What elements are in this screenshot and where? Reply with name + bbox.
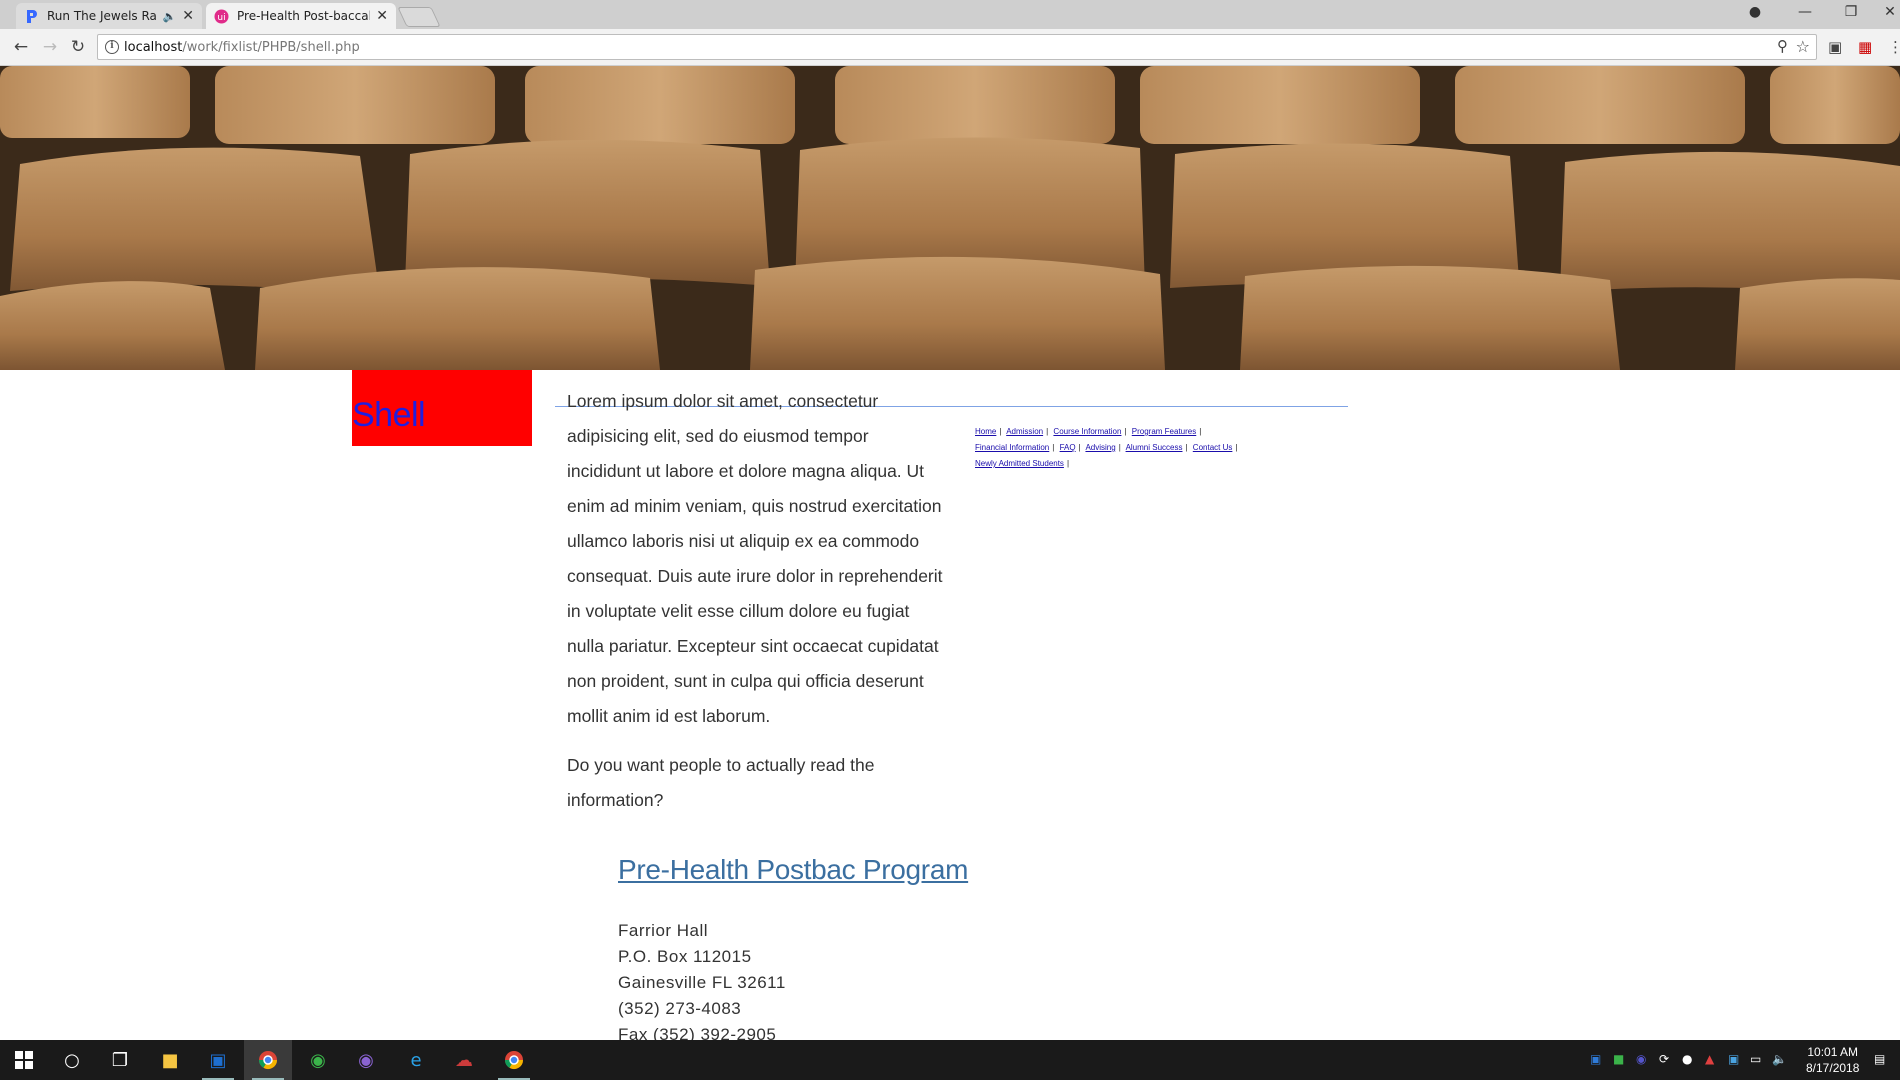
file-explorer-icon[interactable]: ■ xyxy=(146,1040,194,1080)
nav-link-course-information[interactable]: Course Information xyxy=(1053,427,1121,436)
nav-link-faq[interactable]: FAQ xyxy=(1060,443,1076,452)
forward-icon[interactable]: → xyxy=(39,37,61,57)
browser-toolbar: ← → ↻ i localhost/work/fixlist/PHPB/shel… xyxy=(0,29,1900,66)
pdf-extension-icon[interactable]: ▦ xyxy=(1858,38,1872,56)
purple-app-icon[interactable]: ◉ xyxy=(342,1040,390,1080)
cloud-app-icon[interactable]: ☁ xyxy=(440,1040,488,1080)
zoom-icon[interactable]: ⚲ xyxy=(1777,37,1788,55)
taskbar: ○ ❐ ■ ▣ ◉ ◉ e ☁ ▣ ■ ◉ ⟳ ● ▲ ▣ ▭ 🔈 10:01 … xyxy=(0,1040,1900,1080)
address-po-box: P.O. Box 112015 xyxy=(618,947,752,966)
clock-time: 10:01 AM xyxy=(1807,1045,1859,1059)
tray-outlook-icon[interactable]: ▣ xyxy=(1590,1052,1601,1066)
back-icon[interactable]: ← xyxy=(10,37,32,57)
site-nav: Home | Admission | Course Information | Pro… xyxy=(975,427,1238,468)
hero-image xyxy=(0,66,1900,370)
spotify-like-icon[interactable]: ◉ xyxy=(294,1040,342,1080)
chrome-icon[interactable] xyxy=(244,1040,292,1080)
shell-title: Shell xyxy=(352,396,426,434)
tray-blue-icon[interactable]: ▣ xyxy=(1728,1052,1739,1066)
address-fax: Fax (352) 392-2905 xyxy=(618,1025,777,1040)
volume-icon[interactable]: 🔈 xyxy=(1772,1052,1787,1066)
minimize-icon[interactable]: — xyxy=(1785,4,1825,20)
contact-address: Farrior Hall P.O. Box 112015 Gainesville… xyxy=(618,918,786,1040)
url-text[interactable]: localhost/work/fixlist/PHPB/shell.php xyxy=(124,40,360,55)
close-tab-icon[interactable]: ✕ xyxy=(376,8,388,24)
address-phone: (352) 273-4083 xyxy=(618,999,742,1018)
tray-sync-icon[interactable]: ⟳ xyxy=(1659,1052,1669,1066)
pandora-icon xyxy=(24,9,39,24)
search-circle-icon[interactable]: ○ xyxy=(48,1040,96,1080)
task-view-icon[interactable]: ❐ xyxy=(96,1040,144,1080)
nav-link-financial-information[interactable]: Financial Information xyxy=(975,443,1049,452)
svg-text:ui: ui xyxy=(217,13,225,23)
tray-green-icon[interactable]: ■ xyxy=(1613,1052,1624,1066)
windows-start-icon[interactable] xyxy=(0,1040,48,1080)
outlook-icon[interactable]: ▣ xyxy=(194,1040,242,1080)
clock-date: 8/17/2018 xyxy=(1806,1061,1860,1075)
reload-icon[interactable]: ↻ xyxy=(67,37,89,57)
internet-explorer-icon[interactable]: e xyxy=(392,1040,440,1080)
nav-link-contact-us[interactable]: Contact Us xyxy=(1193,443,1233,452)
close-window-icon[interactable]: ✕ xyxy=(1870,4,1900,20)
program-title-link[interactable]: Pre-Health Postbac Program xyxy=(618,854,968,886)
nav-link-alumni-success[interactable]: Alumni Success xyxy=(1126,443,1183,452)
tab-title: Pre-Health Post-baccalau xyxy=(237,9,371,23)
page-viewport: Shell Lorem ipsum dolor sit amet, consec… xyxy=(0,66,1900,1040)
tray-app-icon[interactable]: ◉ xyxy=(1636,1052,1646,1066)
profile-icon[interactable]: ● xyxy=(1735,4,1775,20)
menu-icon[interactable]: ⋮ xyxy=(1888,38,1900,56)
speaker-icon[interactable]: 🔈 xyxy=(163,10,177,23)
chrome-icon-second[interactable] xyxy=(490,1040,538,1080)
nav-link-advising[interactable]: Advising xyxy=(1085,443,1115,452)
nav-link-home[interactable]: Home xyxy=(975,427,996,436)
tray-circle-icon[interactable]: ● xyxy=(1682,1052,1692,1066)
address-bar[interactable]: i localhost/work/fixlist/PHPB/shell.php … xyxy=(97,34,1817,60)
taskbar-clock[interactable]: 10:01 AM 8/17/2018 xyxy=(1806,1044,1859,1076)
site-icon: ui xyxy=(214,9,229,24)
nav-link-program-features[interactable]: Program Features xyxy=(1132,427,1196,436)
info-icon[interactable]: i xyxy=(105,40,119,54)
tab-title: Run The Jewels Radio xyxy=(47,9,157,23)
address-city: Gainesville FL 32611 xyxy=(618,973,786,992)
network-icon[interactable]: ▭ xyxy=(1750,1052,1761,1066)
new-tab-button[interactable] xyxy=(397,7,441,27)
tab-pre-health[interactable]: ui Pre-Health Post-baccalau ✕ xyxy=(206,3,396,29)
action-center-icon[interactable]: ▤ xyxy=(1874,1052,1885,1066)
shell-logo-box: Shell xyxy=(352,370,532,446)
tab-strip: Run The Jewels Radio 🔈 ✕ ui Pre-Health P… xyxy=(0,0,1900,29)
main-content: Lorem ipsum dolor sit amet, consectetur … xyxy=(567,384,947,832)
tray-red-icon[interactable]: ▲ xyxy=(1705,1052,1714,1066)
close-tab-icon[interactable]: ✕ xyxy=(182,8,194,24)
restore-icon[interactable]: ❐ xyxy=(1831,4,1871,20)
nav-link-admission[interactable]: Admission xyxy=(1006,427,1043,436)
tab-run-the-jewels[interactable]: Run The Jewels Radio 🔈 ✕ xyxy=(16,3,202,29)
bookmark-star-icon[interactable]: ☆ xyxy=(1796,37,1810,56)
question-paragraph: Do you want people to actually read the … xyxy=(567,755,875,810)
lorem-paragraph: Lorem ipsum dolor sit amet, consectetur … xyxy=(567,391,943,726)
address-building: Farrior Hall xyxy=(618,921,709,940)
extension-icon[interactable]: ▣ xyxy=(1828,38,1842,56)
nav-link-newly-admitted-students[interactable]: Newly Admitted Students xyxy=(975,459,1064,468)
